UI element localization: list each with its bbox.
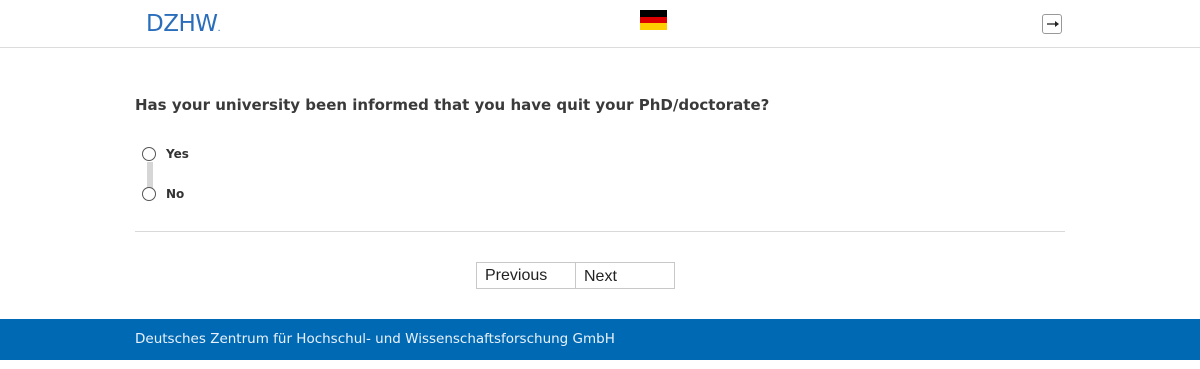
option-yes[interactable]: Yes [142, 147, 189, 161]
exit-button[interactable] [1042, 14, 1062, 34]
section-divider [135, 231, 1065, 232]
page-footer: Deutsches Zentrum für Hochschul- und Wis… [0, 319, 1200, 360]
option-no-label: No [166, 187, 185, 201]
flag-stripe-red [640, 16, 667, 24]
option-connector [147, 162, 153, 188]
logo-dot: . [217, 23, 221, 34]
option-yes-label: Yes [166, 147, 189, 161]
footer-text: Deutsches Zentrum für Hochschul- und Wis… [135, 331, 615, 347]
navigation-buttons: Previous Next [476, 262, 675, 289]
logo-text: DZHW [146, 11, 218, 37]
exit-icon [1047, 21, 1059, 27]
flag-stripe-black [640, 10, 667, 17]
radio-yes[interactable] [142, 147, 156, 161]
question-text: Has your university been informed that y… [135, 96, 770, 114]
radio-no[interactable] [142, 187, 156, 201]
flag-stripe-gold [640, 23, 667, 31]
german-flag-icon[interactable] [640, 10, 667, 31]
next-button[interactable]: Next [576, 263, 674, 288]
previous-button[interactable]: Previous [477, 263, 576, 288]
page-header: DZHW. [0, 0, 1200, 48]
option-no[interactable]: No [142, 187, 184, 201]
dzhw-logo[interactable]: DZHW. [146, 11, 221, 42]
